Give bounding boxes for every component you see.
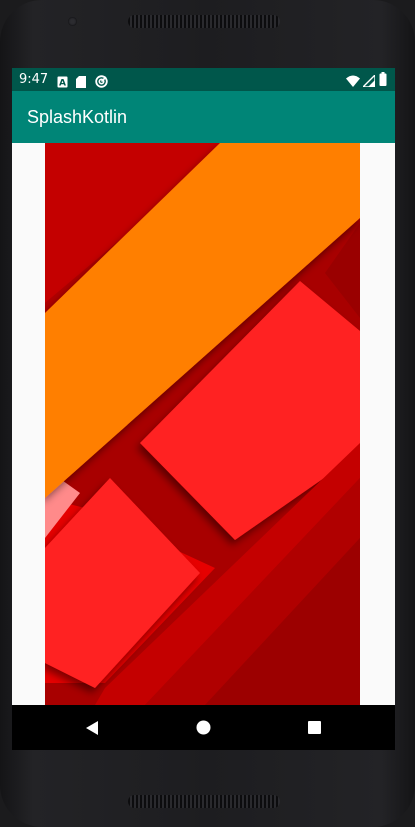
back-button[interactable] — [62, 705, 122, 750]
app-toolbar: SplashKotlin — [12, 91, 395, 143]
status-bar: 9:47 A — [12, 68, 395, 91]
bottom-speaker-grille — [128, 795, 280, 808]
sync-icon — [95, 73, 108, 92]
recents-icon — [307, 721, 321, 734]
back-icon — [86, 720, 98, 735]
status-time: 9:47 — [19, 72, 49, 87]
home-button[interactable] — [173, 705, 233, 750]
sd-card-icon — [76, 73, 86, 92]
top-speaker-grille — [128, 15, 280, 28]
navigation-bar — [12, 705, 395, 750]
wifi-icon — [346, 72, 360, 91]
cell-signal-icon — [361, 72, 376, 91]
battery-icon — [379, 71, 387, 90]
content-area — [12, 143, 395, 705]
recents-button[interactable] — [284, 705, 344, 750]
device-screen: 9:47 A SplashKotlin — [12, 68, 395, 750]
phone-frame: 9:47 A SplashKotlin — [0, 0, 415, 827]
front-camera — [68, 17, 77, 26]
svg-text:A: A — [59, 79, 66, 89]
home-icon — [196, 720, 210, 735]
sim-card-icon: A — [57, 73, 68, 92]
app-title: SplashKotlin — [27, 107, 128, 127]
wallpaper-image — [45, 143, 360, 705]
